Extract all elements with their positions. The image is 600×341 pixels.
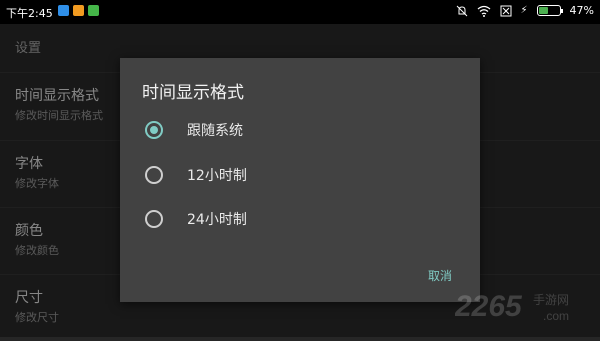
charging-icon: ⚡ bbox=[520, 5, 528, 16]
status-bar: 下午2:45 ⚡ 47% bbox=[0, 0, 600, 24]
dialog-title: 时间显示格式 bbox=[142, 83, 244, 103]
battery-icon bbox=[536, 5, 563, 16]
radio-button[interactable] bbox=[145, 166, 163, 184]
status-indicators: ⚡ 47% bbox=[456, 4, 594, 17]
watermark-number: 2265 bbox=[455, 290, 523, 323]
option-follow-system[interactable]: 跟随系统 bbox=[142, 112, 462, 148]
option-24-hour[interactable]: 24小时制 bbox=[142, 201, 462, 237]
option-12-hour[interactable]: 12小时制 bbox=[142, 157, 462, 193]
radio-button[interactable] bbox=[145, 210, 163, 228]
status-time: 下午2:45 bbox=[6, 7, 53, 20]
watermark-domain: .com bbox=[543, 309, 569, 323]
time-format-dialog: 时间显示格式 跟随系统 12小时制 24小时制 取消 bbox=[120, 58, 480, 302]
wifi-icon bbox=[477, 5, 490, 17]
radio-button-checked[interactable] bbox=[145, 121, 163, 139]
cancel-button[interactable]: 取消 bbox=[428, 267, 452, 284]
watermark-logo: 2265 手游网 .com bbox=[455, 290, 569, 323]
app-notification-icon bbox=[88, 5, 99, 16]
notification-icons bbox=[58, 5, 99, 16]
app-notification-icon bbox=[73, 5, 84, 16]
option-label: 24小时制 bbox=[187, 212, 247, 228]
option-label: 12小时制 bbox=[187, 168, 247, 184]
battery-percent: 47% bbox=[569, 4, 594, 17]
mute-icon bbox=[456, 5, 467, 16]
no-sim-icon bbox=[500, 5, 512, 16]
option-label: 跟随系统 bbox=[187, 123, 243, 139]
app-notification-icon bbox=[58, 5, 69, 16]
watermark-suffix: 手游网 bbox=[533, 293, 569, 307]
